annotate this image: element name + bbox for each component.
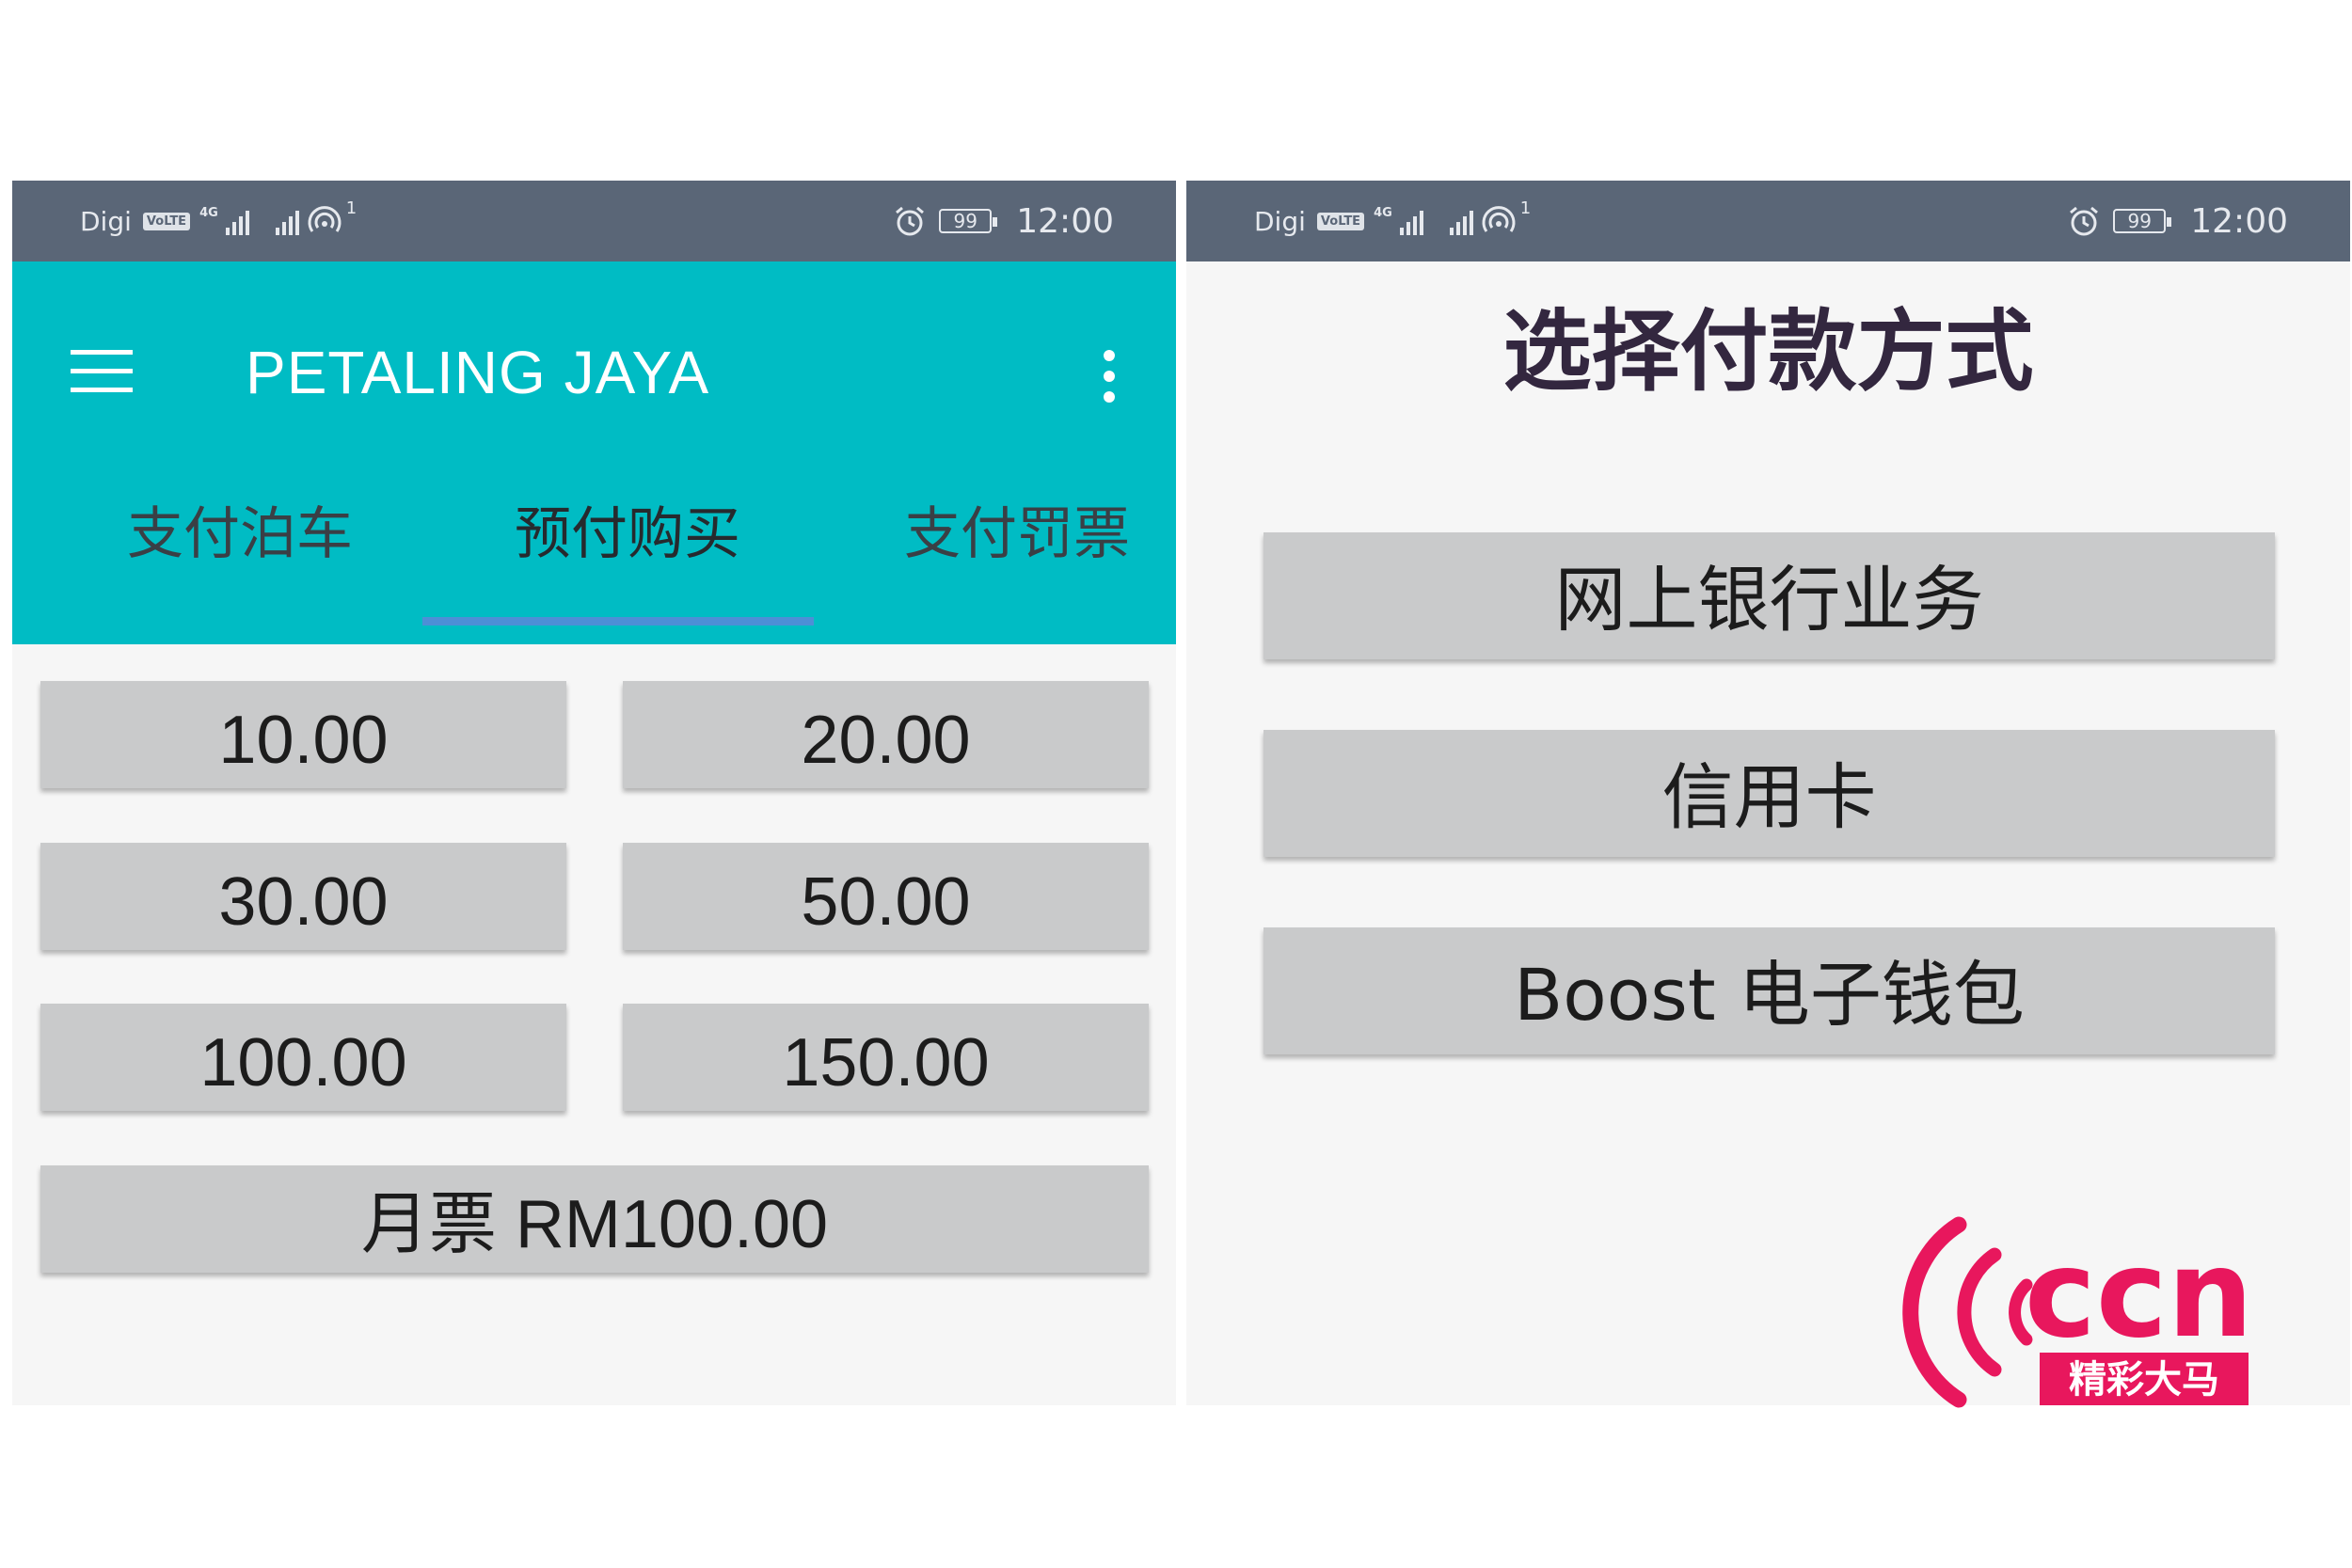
signal-icon <box>225 207 249 235</box>
boost-ewallet-button[interactable]: Boost 电子钱包 <box>1263 927 2275 1054</box>
amount-button-100[interactable]: 100.00 <box>40 1004 566 1111</box>
carrier-label: Digi <box>80 205 132 237</box>
amount-button-150[interactable]: 150.00 <box>623 1004 1149 1111</box>
sim-index-label: 1 <box>345 198 358 218</box>
status-bar-right: 99 12:00 <box>2068 181 2288 261</box>
ccn-logo: ccn 精彩大马 <box>1902 1216 2249 1408</box>
page-title: 选择付款方式 <box>1502 301 2034 404</box>
app-bar: PETALING JAYA 支付泊车 预付购买 支付罚票 <box>12 261 1176 644</box>
tab-prepaid-purchase[interactable]: 预付购买 <box>434 497 821 572</box>
status-bar-right: 99 12:00 <box>894 181 1114 261</box>
status-bar: Digi VoLTE 4G 1 99 12:00 <box>1186 181 2350 261</box>
carrier-label: Digi <box>1254 205 1306 237</box>
status-bar: Digi VoLTE 4G 1 99 12:00 <box>12 181 1176 261</box>
amount-button-10[interactable]: 10.00 <box>40 681 566 788</box>
hotspot-icon <box>1482 206 1516 232</box>
clock-label: 12:00 <box>1016 201 1114 241</box>
alarm-icon <box>2070 206 2099 236</box>
battery-icon: 99 <box>2113 209 2172 233</box>
signal-icon <box>1399 207 1423 235</box>
more-options-icon[interactable] <box>1104 350 1117 404</box>
menu-icon[interactable] <box>71 350 133 392</box>
sim-index-label: 1 <box>1519 198 1532 218</box>
clock-label: 12:00 <box>2190 201 2288 241</box>
volte-badge: VoLTE <box>142 212 191 230</box>
volte-badge: VoLTE <box>1316 212 1365 230</box>
logo-tagline: 精彩大马 <box>2069 1358 2219 1402</box>
alarm-icon <box>896 206 925 236</box>
online-banking-button[interactable]: 网上银行业务 <box>1263 532 2275 659</box>
signal-icon <box>275 207 299 235</box>
amount-button-50[interactable]: 50.00 <box>623 843 1149 950</box>
tab-pay-fines[interactable]: 支付罚票 <box>823 497 1176 572</box>
amount-button-20[interactable]: 20.00 <box>623 681 1149 788</box>
logo-wordmark: ccn <box>2025 1225 2249 1365</box>
credit-card-button[interactable]: 信用卡 <box>1263 730 2275 857</box>
parking-app-screen: Digi VoLTE 4G 1 99 12:00 PETALING JAYA 支… <box>12 181 1176 1405</box>
status-bar-left: Digi VoLTE 4G 1 <box>1254 181 1531 261</box>
signal-icon <box>1449 207 1473 235</box>
status-bar-left: Digi VoLTE 4G 1 <box>80 181 357 261</box>
tab-pay-parking[interactable]: 支付泊车 <box>46 497 434 572</box>
amount-button-30[interactable]: 30.00 <box>40 843 566 950</box>
battery-icon: 99 <box>939 209 998 233</box>
hotspot-icon <box>308 206 342 232</box>
network-type-label: 4G <box>199 205 218 220</box>
network-type-label: 4G <box>1374 205 1392 220</box>
app-title: PETALING JAYA <box>246 339 710 406</box>
monthly-pass-button[interactable]: 月票 RM100.00 <box>40 1165 1149 1273</box>
active-tab-indicator <box>422 617 814 626</box>
